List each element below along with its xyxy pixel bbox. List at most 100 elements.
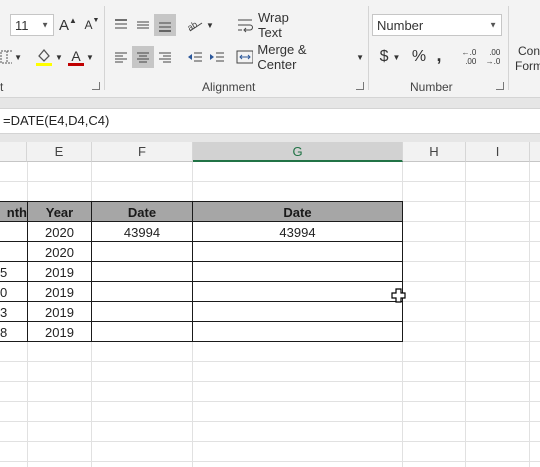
table-cell-g[interactable] — [193, 302, 402, 322]
column-header-e[interactable]: E — [27, 142, 92, 162]
align-right-button[interactable] — [154, 46, 176, 68]
fill-color-icon — [36, 48, 53, 66]
decrease-decimal-button[interactable]: .00 →.0 — [482, 46, 504, 68]
table-cell-f[interactable] — [92, 322, 192, 342]
shrink-font-button[interactable]: A ▼ — [82, 14, 102, 36]
grow-font-button[interactable]: A ▲ — [58, 14, 78, 36]
wrap-text-button[interactable]: Wrap Text — [236, 10, 316, 40]
percent-icon: % — [411, 48, 427, 65]
table-cell-f[interactable] — [92, 242, 192, 262]
comma-style-icon: , — [436, 44, 442, 65]
table-cell-e[interactable]: 2020 — [28, 222, 91, 242]
column-header-label: G — [292, 143, 303, 159]
table-cell-f[interactable] — [92, 302, 192, 322]
font-size-dropdown[interactable]: 11 ▼ — [10, 14, 54, 36]
gridline — [0, 381, 540, 382]
table-cell-g[interactable] — [193, 282, 402, 302]
gridline — [0, 361, 540, 362]
middle-align-button[interactable] — [132, 14, 154, 36]
table-cell-e[interactable]: 2019 — [28, 282, 91, 302]
table-header-cell[interactable]: Year — [28, 202, 91, 222]
ribbon-gap — [0, 98, 540, 108]
table-cell-d[interactable]: 8 — [0, 322, 27, 342]
table-cell-f[interactable] — [92, 262, 192, 282]
increase-indent-button[interactable] — [206, 46, 228, 68]
gridline — [0, 401, 540, 402]
align-center-button[interactable] — [132, 46, 154, 68]
border-line — [0, 301, 403, 302]
table-cell-e[interactable]: 2019 — [28, 302, 91, 322]
orientation-button[interactable]: ab ▼ — [184, 14, 216, 36]
cell-value: 2019 — [45, 304, 74, 320]
wrap-text-label: Wrap Text — [257, 10, 289, 40]
bottom-align-button[interactable] — [154, 14, 176, 36]
table-cell-g[interactable]: 43994 — [193, 222, 402, 242]
border-line — [0, 201, 403, 202]
number-format-dropdown[interactable]: Number ▼ — [372, 14, 502, 36]
conditional-formatting-button[interactable]: Con Form — [512, 42, 540, 76]
orientation-icon: ab — [186, 19, 203, 33]
column-header-h[interactable]: H — [403, 142, 466, 162]
cell-value: 43994 — [123, 224, 161, 240]
alignment-dialog-launcher-icon[interactable] — [356, 82, 364, 90]
column-header-label: F — [138, 144, 146, 159]
column-header-label: E — [54, 144, 64, 159]
merge-center-button[interactable]: Merge & Center ▼ — [236, 42, 364, 72]
table-cell-e[interactable]: 2020 — [28, 242, 91, 262]
border-line — [0, 341, 403, 342]
number-dialog-launcher-icon[interactable] — [496, 82, 504, 90]
decrease-decimal-icon: .00 →.0 — [485, 48, 501, 66]
number-group-label: Number — [410, 80, 453, 94]
table-cell-d[interactable]: 3 — [0, 302, 27, 322]
gridline — [0, 421, 540, 422]
cell-value: 2020 — [45, 224, 74, 240]
table-cell-f[interactable]: 43994 — [92, 222, 192, 242]
chevron-down-icon: ▼ — [41, 20, 49, 30]
column-header-f[interactable]: F — [92, 142, 193, 162]
ribbon: 11 ▼ A ▲ A ▼ ▼ ▼ A ▼ t ab ▼ Wrap Text Me… — [0, 0, 540, 98]
column-header-i[interactable]: I — [466, 142, 530, 162]
column-header-j[interactable] — [530, 142, 540, 162]
borders-button[interactable]: ▼ — [0, 46, 22, 68]
increase-decimal-button[interactable]: ←.0 .00 — [458, 46, 480, 68]
border-line — [27, 201, 28, 342]
gridline — [0, 461, 540, 462]
align-left-icon — [115, 52, 127, 63]
gridline — [0, 441, 540, 442]
table-header-cell[interactable]: nth — [0, 202, 27, 222]
accounting-format-button[interactable]: $ ▼ — [374, 46, 406, 68]
table-cell-e[interactable]: 2019 — [28, 262, 91, 282]
table-cell-g[interactable] — [193, 242, 402, 262]
table-cell-g[interactable] — [193, 322, 402, 342]
column-header-d[interactable] — [0, 142, 27, 162]
formula-bar[interactable]: =DATE(E4,D4,C4) — [0, 108, 540, 134]
fill-color-button[interactable]: ▼ — [34, 44, 64, 70]
table-cell-g[interactable] — [193, 262, 402, 282]
align-center-icon — [137, 52, 149, 63]
table-cell-d[interactable] — [0, 222, 27, 242]
top-align-button[interactable] — [110, 14, 132, 36]
merge-center-label: Merge & Center — [257, 42, 307, 72]
align-left-button[interactable] — [110, 46, 132, 68]
table-cell-d[interactable] — [0, 242, 27, 262]
font-dialog-launcher-icon[interactable] — [92, 82, 100, 90]
table-header-cell[interactable]: Date — [193, 202, 402, 222]
decrease-indent-button[interactable] — [184, 46, 206, 68]
percent-style-button[interactable]: % — [408, 46, 430, 68]
group-separator — [508, 6, 509, 90]
table-header-cell[interactable]: Date — [92, 202, 192, 222]
column-header-g[interactable]: G — [193, 142, 403, 162]
borders-icon — [0, 50, 13, 64]
merge-center-icon — [236, 50, 254, 64]
table-cell-e[interactable]: 2019 — [28, 322, 91, 342]
table-cell-d[interactable]: 5 — [0, 262, 27, 282]
table-cell-f[interactable] — [92, 282, 192, 302]
grow-font-icon: A — [59, 16, 70, 34]
accounting-icon: $ — [379, 48, 389, 65]
table-cell-d[interactable]: 0 — [0, 282, 27, 302]
font-color-icon: A — [71, 47, 81, 64]
comma-style-button[interactable]: , — [430, 44, 448, 66]
border-line — [402, 201, 403, 342]
cell-value: 0 — [0, 284, 8, 300]
font-color-button[interactable]: A ▼ — [66, 44, 96, 70]
